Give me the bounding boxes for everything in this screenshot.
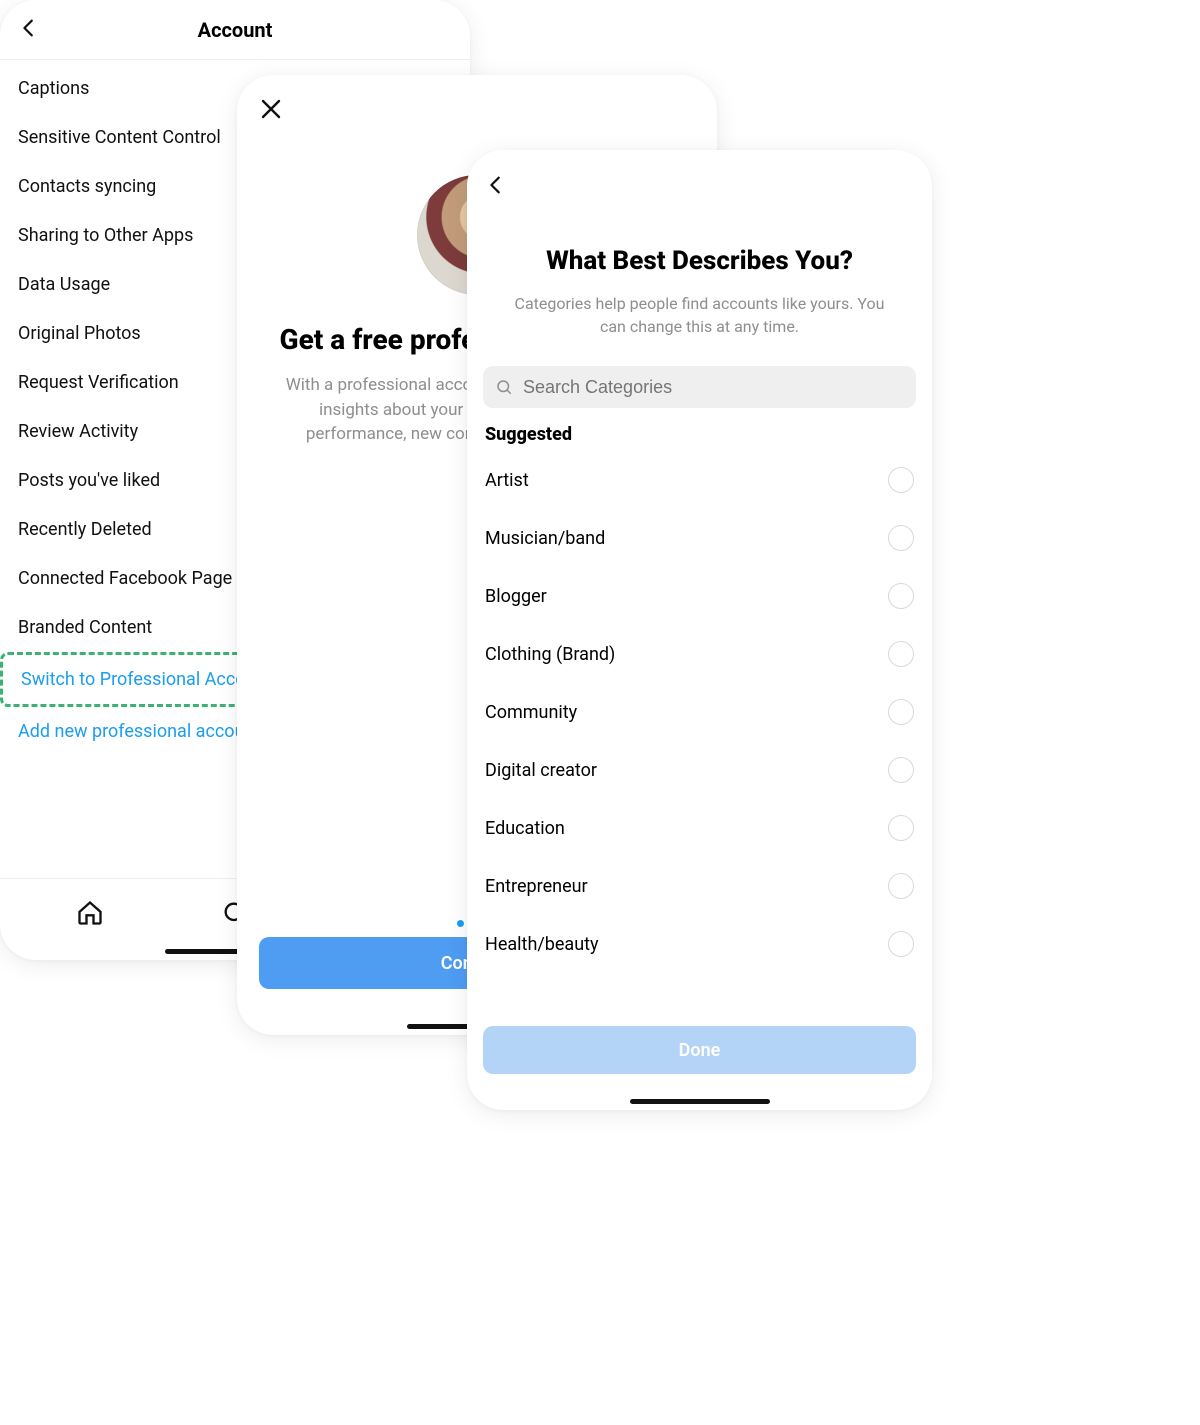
done-button[interactable]: Done (483, 1026, 916, 1074)
category-label: Musician/band (485, 528, 605, 549)
radio-icon[interactable] (888, 815, 914, 841)
category-list: Artist Musician/band Blogger Clothing (B… (467, 451, 932, 973)
radio-icon[interactable] (888, 757, 914, 783)
category-label: Blogger (485, 586, 547, 607)
dot-active (457, 920, 464, 927)
radio-icon[interactable] (888, 699, 914, 725)
search-input[interactable] (521, 376, 904, 399)
back-icon[interactable] (485, 172, 507, 202)
category-option[interactable]: Artist (485, 451, 914, 509)
category-option[interactable]: Digital creator (485, 741, 914, 799)
category-option[interactable]: Blogger (485, 567, 914, 625)
category-option[interactable]: Community (485, 683, 914, 741)
category-option[interactable]: Clothing (Brand) (485, 625, 914, 683)
close-icon[interactable] (259, 97, 283, 127)
category-option[interactable]: Entrepreneur (485, 857, 914, 915)
category-label: Clothing (Brand) (485, 644, 615, 665)
search-icon (495, 378, 513, 396)
category-heading: What Best Describes You? (467, 246, 932, 276)
radio-icon[interactable] (888, 931, 914, 957)
home-indicator (630, 1099, 770, 1104)
suggested-label: Suggested (467, 424, 932, 451)
category-option[interactable]: Education (485, 799, 914, 857)
search-field[interactable] (483, 366, 916, 408)
category-label: Artist (485, 470, 529, 491)
radio-icon[interactable] (888, 641, 914, 667)
category-label: Digital creator (485, 760, 597, 781)
radio-icon[interactable] (888, 525, 914, 551)
category-label: Education (485, 818, 565, 839)
home-icon[interactable] (76, 899, 104, 931)
category-label: Entrepreneur (485, 876, 588, 897)
radio-icon[interactable] (888, 873, 914, 899)
category-subtext: Categories help people find accounts lik… (467, 292, 932, 338)
radio-icon[interactable] (888, 583, 914, 609)
category-label: Community (485, 702, 577, 723)
category-option[interactable]: Musician/band (485, 509, 914, 567)
header: Account (0, 0, 470, 60)
radio-icon[interactable] (888, 467, 914, 493)
page-title: Account (0, 18, 470, 42)
category-option[interactable]: Health/beauty (485, 915, 914, 973)
category-label: Health/beauty (485, 934, 599, 955)
category-select-screen: What Best Describes You? Categories help… (467, 150, 932, 1110)
